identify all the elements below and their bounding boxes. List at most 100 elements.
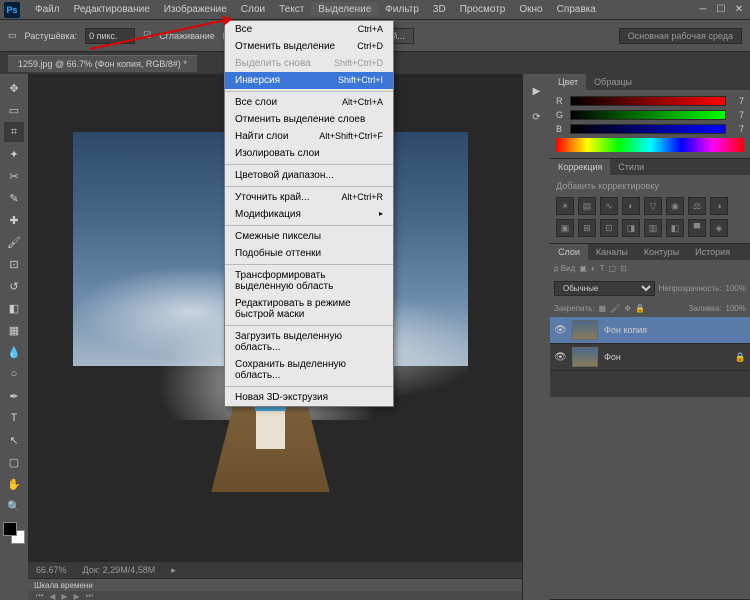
document-tab[interactable]: 1259.jpg @ 66.7% (Фон копия, RGB/8#) *	[8, 55, 197, 72]
menu-edit[interactable]: Редактирование	[67, 2, 157, 17]
lasso-tool[interactable]: ⌗	[4, 122, 24, 142]
menu-item[interactable]: Трансформировать выделенную область	[225, 267, 393, 295]
zoom-tool[interactable]: 🔍	[4, 496, 24, 516]
selective-icon[interactable]: ◈	[710, 219, 728, 237]
menu-layers[interactable]: Слои	[234, 2, 272, 17]
menu-select[interactable]: Выделение	[311, 2, 378, 17]
menu-item[interactable]: Подобные оттенки	[225, 245, 393, 262]
photo-filter-icon[interactable]: ▣	[556, 219, 574, 237]
menu-item[interactable]: Новая 3D-экструзия	[225, 389, 393, 406]
menu-3d[interactable]: 3D	[426, 2, 453, 17]
brightness-icon[interactable]: ☀	[556, 197, 574, 215]
marquee-tool[interactable]: ▭	[4, 100, 24, 120]
mixer-icon[interactable]: ⊞	[578, 219, 596, 237]
filter-type-icon[interactable]: T	[600, 264, 605, 273]
filter-adj-icon[interactable]: ◐	[591, 264, 596, 273]
stamp-tool[interactable]: ⊡	[4, 254, 24, 274]
tab-color[interactable]: Цвет	[550, 74, 586, 90]
pen-tool[interactable]: ✒	[4, 386, 24, 406]
layer-name[interactable]: Фон копия	[604, 325, 647, 335]
timeline-play-icon[interactable]: ▶	[61, 592, 67, 600]
menu-item[interactable]: Сохранить выделенную область...	[225, 356, 393, 384]
gradient-tool[interactable]: ▦	[4, 320, 24, 340]
type-tool[interactable]: T	[4, 408, 24, 428]
tab-paths[interactable]: Контуры	[636, 244, 687, 260]
tab-swatches[interactable]: Образцы	[586, 74, 640, 90]
minimize-icon[interactable]: ─	[696, 3, 710, 17]
menu-item[interactable]: Цветовой диапазон...	[225, 167, 393, 184]
invert-icon[interactable]: ◨	[622, 219, 640, 237]
move-tool[interactable]: ✥	[4, 78, 24, 98]
layer-name[interactable]: Фон	[604, 352, 621, 362]
crop-tool[interactable]: ✂	[4, 166, 24, 186]
layer-thumbnail[interactable]	[572, 320, 598, 340]
b-slider[interactable]	[570, 124, 726, 134]
zoom-level[interactable]: 66.67%	[36, 565, 67, 575]
menu-item[interactable]: Загрузить выделенную область...	[225, 328, 393, 356]
tab-adjustments[interactable]: Коррекция	[550, 159, 610, 175]
menu-view[interactable]: Просмотр	[453, 2, 513, 17]
posterize-icon[interactable]: ▥	[644, 219, 662, 237]
tab-styles[interactable]: Стили	[610, 159, 652, 175]
exposure-icon[interactable]: ◐	[622, 197, 640, 215]
menu-item[interactable]: Уточнить край...Alt+Ctrl+R	[225, 189, 393, 206]
blur-tool[interactable]: 💧	[4, 342, 24, 362]
menu-filter[interactable]: Фильтр	[378, 2, 426, 17]
filter-image-icon[interactable]: ▣	[579, 264, 587, 273]
b-value[interactable]: 7	[730, 124, 744, 134]
lock-transparent-icon[interactable]: ▦	[599, 304, 607, 313]
heal-tool[interactable]: ✚	[4, 210, 24, 230]
eraser-tool[interactable]: ◧	[4, 298, 24, 318]
menu-item[interactable]: ВсеCtrl+A	[225, 21, 393, 38]
vibrance-icon[interactable]: ▽	[644, 197, 662, 215]
maximize-icon[interactable]: ☐	[714, 3, 728, 17]
hand-tool[interactable]: ✋	[4, 474, 24, 494]
menu-text[interactable]: Текст	[272, 2, 311, 17]
color-swatches[interactable]	[3, 522, 25, 544]
visibility-icon[interactable]: 👁	[554, 352, 566, 363]
dodge-tool[interactable]: ○	[4, 364, 24, 384]
timeline-next-icon[interactable]: ▶	[74, 592, 80, 600]
close-icon[interactable]: ✕	[732, 3, 746, 17]
lock-brush-icon[interactable]: 🖌	[610, 304, 620, 313]
workspace-selector[interactable]: Основная рабочая среда	[619, 28, 742, 44]
filter-shape-icon[interactable]: ▢	[609, 264, 617, 273]
history-brush-tool[interactable]: ↺	[4, 276, 24, 296]
r-value[interactable]: 7	[730, 96, 744, 106]
menu-item[interactable]: Отменить выделение слоев	[225, 111, 393, 128]
menu-item[interactable]: ИнверсияShift+Ctrl+I	[225, 72, 393, 89]
balance-icon[interactable]: ⚖	[688, 197, 706, 215]
timeline-first-icon[interactable]: ⏮	[36, 591, 43, 600]
visibility-icon[interactable]: 👁	[554, 325, 566, 336]
menu-item[interactable]: Смежные пикселы	[225, 228, 393, 245]
gradient-map-icon[interactable]: ▀	[688, 219, 706, 237]
menu-item[interactable]: Редактировать в режиме быстрой маски	[225, 295, 393, 323]
g-slider[interactable]	[570, 110, 726, 120]
r-slider[interactable]	[570, 96, 726, 106]
layer-row[interactable]: 👁 Фон 🔒	[550, 344, 750, 371]
eyedropper-tool[interactable]: ✎	[4, 188, 24, 208]
fill-value[interactable]: 100%	[726, 304, 746, 313]
menu-item[interactable]: Модификация	[225, 206, 393, 223]
threshold-icon[interactable]: ◧	[666, 219, 684, 237]
timeline-title[interactable]: Шкала времени	[28, 579, 522, 591]
wand-tool[interactable]: ✦	[4, 144, 24, 164]
shape-tool[interactable]: ▢	[4, 452, 24, 472]
foreground-color-swatch[interactable]	[3, 522, 17, 536]
menu-item[interactable]: Найти слоиAlt+Shift+Ctrl+F	[225, 128, 393, 145]
tab-channels[interactable]: Каналы	[588, 244, 636, 260]
tab-layers[interactable]: Слои	[550, 244, 588, 260]
hue-icon[interactable]: ◉	[666, 197, 684, 215]
blend-mode-select[interactable]: Обычные	[554, 281, 655, 296]
timeline-prev-icon[interactable]: ◀	[49, 592, 55, 600]
layer-row[interactable]: 👁 Фон копия	[550, 317, 750, 344]
g-value[interactable]: 7	[730, 110, 744, 120]
layer-thumbnail[interactable]	[572, 347, 598, 367]
menu-file[interactable]: Файл	[28, 2, 67, 17]
bw-icon[interactable]: ◑	[710, 197, 728, 215]
levels-icon[interactable]: ▤	[578, 197, 596, 215]
lock-all-icon[interactable]: 🔒	[635, 304, 645, 313]
layer-filter-label[interactable]: ρ Вид	[554, 264, 575, 273]
menu-window[interactable]: Окно	[512, 2, 549, 17]
timeline-last-icon[interactable]: ⏭	[86, 591, 93, 600]
